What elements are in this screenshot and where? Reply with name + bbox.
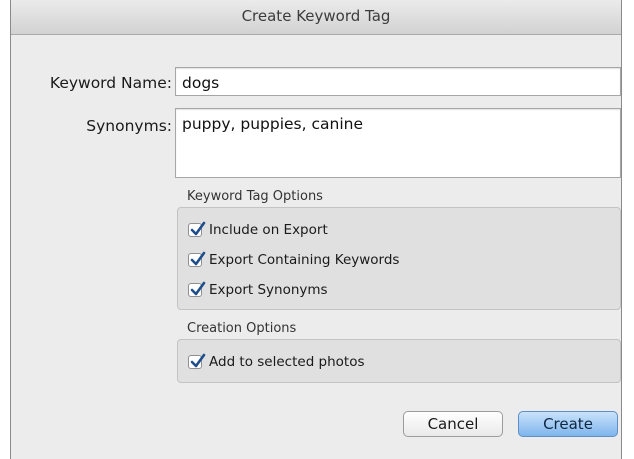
keyword-tag-options-title: Keyword Tag Options bbox=[187, 189, 323, 204]
export-synonyms-option[interactable]: Export Synonyms bbox=[188, 281, 328, 299]
create-keyword-tag-dialog: Create Keyword Tag Keyword Name: dogs Sy… bbox=[10, 0, 622, 459]
cancel-button[interactable]: Cancel bbox=[403, 411, 503, 437]
checkmark-icon bbox=[190, 221, 206, 236]
keyword-name-field[interactable]: dogs bbox=[175, 67, 621, 96]
create-button[interactable]: Create bbox=[518, 411, 618, 437]
export-synonyms-checkbox[interactable] bbox=[188, 281, 206, 297]
keyword-tag-options-group: Include on Export Export Containing Keyw… bbox=[177, 207, 621, 310]
creation-options-group: Add to selected photos bbox=[177, 339, 621, 383]
synonyms-label: Synonyms: bbox=[86, 117, 172, 135]
export-containing-keywords-option[interactable]: Export Containing Keywords bbox=[188, 251, 399, 269]
checkmark-icon bbox=[190, 353, 206, 368]
export-containing-keywords-checkbox[interactable] bbox=[188, 251, 206, 267]
export-containing-keywords-label: Export Containing Keywords bbox=[209, 252, 400, 268]
include-on-export-label: Include on Export bbox=[209, 222, 328, 238]
synonyms-field[interactable]: puppy, puppies, canine bbox=[175, 108, 621, 178]
add-to-selected-photos-checkbox[interactable] bbox=[188, 353, 206, 369]
add-to-selected-photos-label: Add to selected photos bbox=[209, 354, 365, 370]
export-synonyms-label: Export Synonyms bbox=[209, 282, 328, 298]
dialog-title: Create Keyword Tag bbox=[11, 0, 621, 35]
add-to-selected-photos-option[interactable]: Add to selected photos bbox=[188, 353, 365, 371]
creation-options-title: Creation Options bbox=[187, 321, 297, 336]
checkmark-icon bbox=[190, 281, 206, 296]
keyword-name-label: Keyword Name: bbox=[49, 74, 172, 92]
include-on-export-checkbox[interactable] bbox=[188, 221, 206, 237]
checkmark-icon bbox=[190, 251, 206, 266]
include-on-export-option[interactable]: Include on Export bbox=[188, 221, 328, 239]
